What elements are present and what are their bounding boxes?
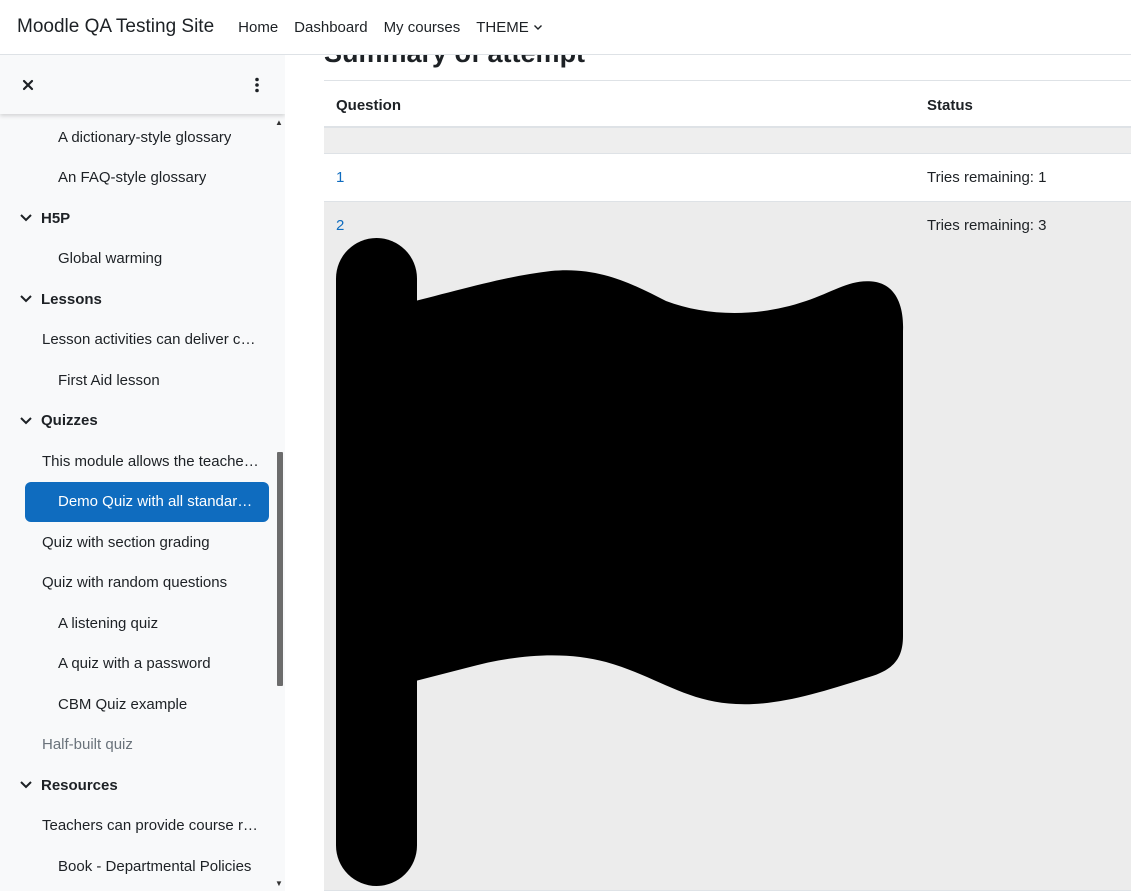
course-index-section[interactable]: Lessons xyxy=(0,279,270,319)
nav-theme-dropdown[interactable]: THEME xyxy=(476,19,543,36)
course-index-item-label: Demo Quiz with all standard … xyxy=(58,493,259,510)
nav-dashboard[interactable]: Dashboard xyxy=(294,19,367,36)
course-index-item-label: Quizzes xyxy=(41,412,98,429)
course-index-label[interactable]: Quiz with random questions xyxy=(0,563,270,603)
flag-icon xyxy=(336,238,904,886)
course-index-item-label: Half-built quiz xyxy=(42,736,133,753)
column-header-question: Question xyxy=(336,97,402,114)
course-index-activity[interactable]: A listening quiz xyxy=(0,603,270,643)
course-index-label[interactable]: This module allows the teache… xyxy=(0,441,270,481)
question-status-1: Tries remaining: 1 xyxy=(927,169,1047,186)
close-drawer-button[interactable] xyxy=(18,75,38,95)
course-index-activity[interactable]: A dictionary-style glossary xyxy=(0,117,270,157)
course-index-activity[interactable]: CBM Quiz example xyxy=(0,684,270,724)
top-navbar: Moodle QA Testing Site Home Dashboard My… xyxy=(0,0,1131,55)
course-index-section[interactable]: Resources xyxy=(0,765,270,805)
course-index-section[interactable]: Quizzes xyxy=(0,401,270,441)
course-index-item-label: Quiz with random questions xyxy=(42,574,228,591)
course-index-activity[interactable]: Book - Departmental Policies xyxy=(0,846,270,886)
course-index-label[interactable]: Teachers can provide course r… xyxy=(0,806,270,846)
chevron-down-icon[interactable] xyxy=(19,415,33,427)
course-index-item-label: A quiz with a password xyxy=(58,655,211,672)
table-header: Question Status xyxy=(324,80,1131,128)
scroll-down-arrow[interactable]: ▼ xyxy=(275,879,283,888)
course-index-item-label: Lessons xyxy=(41,290,102,308)
main-region: Summary of attempt Question Status 1 Tri… xyxy=(285,0,1131,891)
course-index-section[interactable]: H5P xyxy=(0,198,270,238)
chevron-down-icon[interactable] xyxy=(19,212,33,224)
quiz-summary-table: Question Status 1 Tries remaining: 1 2 T… xyxy=(324,80,1131,891)
course-index-activity[interactable]: First Aid lesson xyxy=(0,360,270,400)
course-index-label[interactable]: Lesson activities can deliver co… xyxy=(0,320,270,360)
course-index-item-label: Lesson activities can deliver co… xyxy=(42,331,260,348)
column-header-status: Status xyxy=(927,97,973,114)
course-index-activity-active[interactable]: Demo Quiz with all standard … xyxy=(25,481,269,522)
table-row: 2 Tries remaining: 3 xyxy=(324,202,1131,891)
chevron-down-icon[interactable] xyxy=(19,779,33,791)
table-row: 1 Tries remaining: 1 xyxy=(324,154,1131,202)
site-brand[interactable]: Moodle QA Testing Site xyxy=(17,16,214,38)
course-index-label[interactable]: Quiz with section grading xyxy=(0,522,270,562)
nav-theme-label: THEME xyxy=(476,18,529,36)
nav-home[interactable]: Home xyxy=(238,19,278,36)
question-status-2: Tries remaining: 3 xyxy=(927,217,1047,234)
course-index-item-label: Global warming xyxy=(58,250,163,267)
course-index-list: A dictionary-style glossary An FAQ-style … xyxy=(0,114,276,891)
more-vertical-icon xyxy=(255,77,259,92)
nav-my-courses[interactable]: My courses xyxy=(384,19,461,36)
question-link-2[interactable]: 2 xyxy=(336,217,344,234)
chevron-down-icon xyxy=(533,25,542,30)
course-index-activity[interactable]: A quiz with a password xyxy=(0,644,270,684)
course-index-item-label: CBM Quiz example xyxy=(58,695,188,713)
course-index-drawer: A dictionary-style glossary An FAQ-style … xyxy=(0,55,285,891)
drawer-scrollbar[interactable] xyxy=(277,452,283,686)
scroll-up-arrow[interactable]: ▲ xyxy=(275,118,283,127)
course-index-activity[interactable]: An FAQ-style glossary xyxy=(0,158,270,198)
course-index-activity[interactable]: Half-built quiz xyxy=(0,725,270,765)
course-index-item-label: A dictionary-style glossary xyxy=(58,128,232,146)
course-index-item-label: A listening quiz xyxy=(58,614,159,632)
course-index-item-label: Teachers can provide course r… xyxy=(42,817,258,834)
course-index-item-label: Quiz with section grading xyxy=(42,533,210,551)
course-index-item-label: First Aid lesson xyxy=(58,371,160,389)
course-index-item-label: This module allows the teache… xyxy=(42,452,259,470)
course-index-activity[interactable]: Global warming xyxy=(0,239,270,279)
course-index-item-label: Resources xyxy=(41,776,118,794)
question-link-1[interactable]: 1 xyxy=(336,169,344,186)
close-icon xyxy=(22,79,34,90)
drawer-header xyxy=(0,55,285,114)
course-index-item-label: Book - Departmental Policies xyxy=(58,857,252,875)
chevron-down-icon[interactable] xyxy=(19,293,33,305)
course-index-item-label: H5P xyxy=(41,209,71,227)
course-index-item-label: An FAQ-style glossary xyxy=(58,169,207,186)
drawer-options-button[interactable] xyxy=(247,75,267,95)
table-section-row xyxy=(324,128,1131,154)
